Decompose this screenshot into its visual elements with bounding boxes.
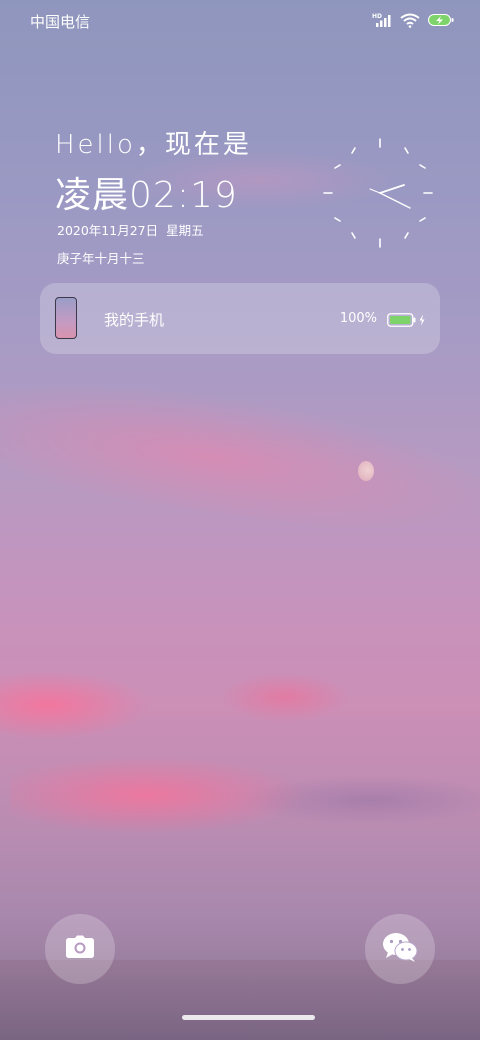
- device-battery-icon: [387, 312, 427, 331]
- battery-charging-icon: [428, 13, 454, 27]
- wechat-icon: [382, 932, 418, 966]
- carrier-label: 中国电信: [30, 13, 91, 31]
- lunar-date: 庚子年十月十三: [57, 251, 145, 266]
- device-battery-percent: 100%: [339, 311, 377, 326]
- wallpaper-cloud: [0, 670, 150, 740]
- svg-text:HD: HD: [372, 13, 382, 20]
- time-clock: 02:19: [129, 175, 238, 216]
- moon-image: [358, 461, 374, 481]
- device-card[interactable]: 我的手机 100%: [40, 283, 440, 354]
- wallpaper-cloud: [10, 755, 310, 835]
- device-name: 我的手机: [104, 311, 165, 329]
- wallpaper-cloud: [0, 356, 480, 554]
- time-display: 凌晨02:19: [55, 166, 238, 218]
- date-text: 2020年11月27日: [57, 223, 159, 238]
- wifi-icon: [400, 12, 420, 28]
- status-bar: 中国电信 HD: [0, 0, 480, 40]
- time-period: 凌晨: [55, 175, 130, 216]
- hd-signal-icon: HD: [372, 12, 392, 28]
- wallpaper-cloud: [240, 775, 480, 825]
- date-display: 2020年11月27日 星期五: [57, 220, 204, 239]
- status-icons: HD: [372, 12, 454, 28]
- weekday-text: 星期五: [166, 223, 204, 238]
- phone-icon: [55, 297, 77, 339]
- greeting-text: Hello，现在是: [55, 130, 252, 160]
- analog-clock: [320, 135, 440, 255]
- camera-button[interactable]: [45, 914, 115, 984]
- wechat-button[interactable]: [365, 914, 435, 984]
- camera-icon: [65, 935, 95, 963]
- home-indicator[interactable]: [182, 1015, 315, 1020]
- wallpaper-cloud: [220, 672, 350, 722]
